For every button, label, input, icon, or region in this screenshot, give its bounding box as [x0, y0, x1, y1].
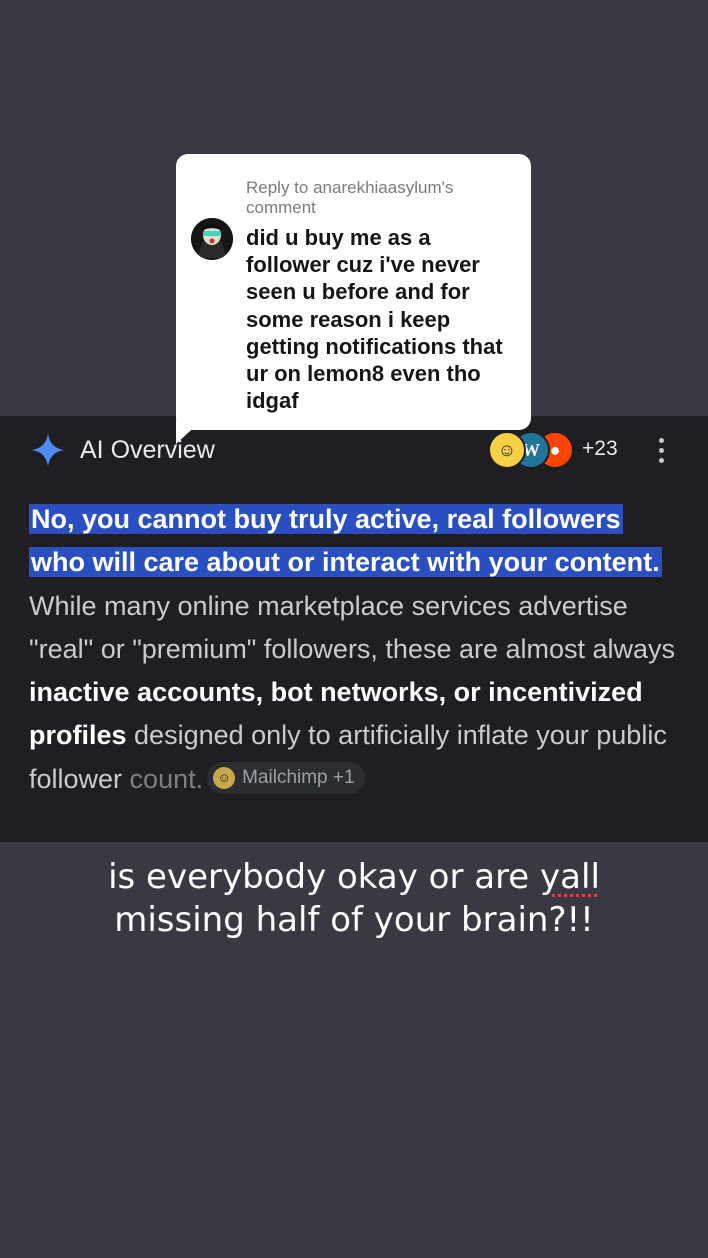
ai-overview-text: No, you cannot buy truly active, real fo… [29, 498, 679, 801]
highlighted-answer: No, you cannot buy truly active, real fo… [29, 504, 662, 578]
caption-line-1-text: is everybody okay or are [108, 857, 541, 897]
avatar-image [191, 218, 233, 260]
commenter-avatar[interactable] [191, 218, 233, 260]
caption-line-2: missing half of your brain?!! [114, 900, 594, 940]
comment-text: did u buy me as a follower cuz i've neve… [246, 225, 503, 414]
gemini-spark-icon [31, 433, 65, 467]
citation-chip[interactable]: ☺ Mailchimp +1 [207, 761, 365, 794]
citation-label: Mailchimp +1 [242, 767, 355, 789]
source-count[interactable]: +23 [582, 437, 618, 461]
mailchimp-icon: ☺ [488, 431, 526, 469]
reply-to-label: Reply to anarekhiaasylum's comment [246, 178, 454, 217]
video-caption: is everybody okay or are yall missing ha… [0, 856, 708, 942]
more-options-icon[interactable] [654, 438, 668, 468]
body-text-1: While many online marketplace services a… [29, 590, 676, 664]
mailchimp-icon: ☺ [213, 766, 236, 789]
bubble-tail [176, 420, 202, 444]
source-icons[interactable]: ☺ W ● [488, 431, 580, 469]
spellcheck-flagged-word: yall [540, 857, 600, 897]
body-faded-word: count. [129, 763, 204, 794]
caption-line-1: is everybody okay or are yall [0, 856, 708, 899]
